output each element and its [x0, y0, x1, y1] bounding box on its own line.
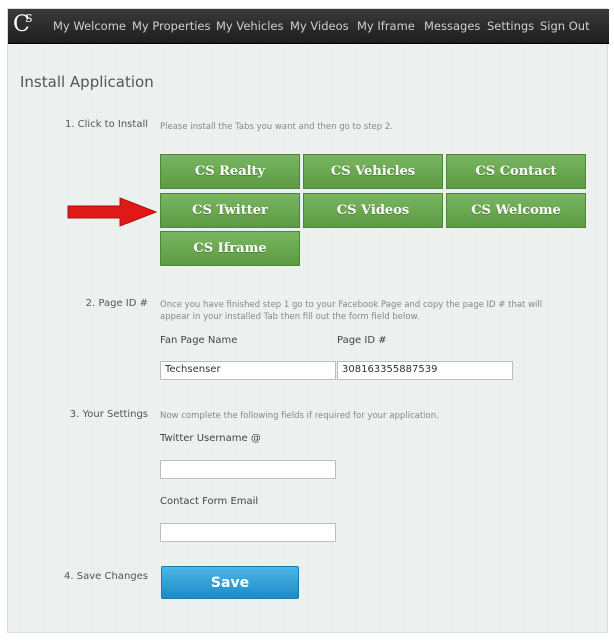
twitter-username-label: Twitter Username @	[160, 433, 261, 444]
nav-my-properties[interactable]: My Properties	[132, 19, 211, 33]
step2-label: 2. Page ID #	[85, 298, 148, 309]
install-cs-iframe-button[interactable]: CS Iframe	[160, 231, 300, 266]
step4-label: 4. Save Changes	[64, 571, 148, 582]
step1-label: 1. Click to Install	[64, 119, 148, 130]
cs-logo[interactable]: C S	[13, 12, 37, 37]
step1-hint: Please install the Tabs you want and the…	[160, 122, 393, 132]
page-id-input[interactable]: 308163355887539	[337, 361, 513, 380]
step3-hint: Now complete the following fields if req…	[160, 411, 439, 421]
fan-page-name-label: Fan Page Name	[160, 335, 238, 346]
step2-hint-line2: appear in your installed Tab then fill o…	[160, 312, 420, 322]
step3-label: 3. Your Settings	[69, 409, 148, 420]
twitter-username-input[interactable]	[160, 460, 336, 479]
install-cs-contact-button[interactable]: CS Contact	[446, 154, 586, 189]
logo-letter-s: S	[25, 12, 33, 25]
step2-hint-line1: Once you have finished step 1 go to your…	[160, 300, 543, 310]
install-cs-realty-button[interactable]: CS Realty	[160, 154, 300, 189]
nav-settings[interactable]: Settings	[487, 19, 534, 33]
page-id-label: Page ID #	[337, 335, 387, 346]
nav-my-welcome[interactable]: My Welcome	[53, 19, 126, 33]
nav-messages[interactable]: Messages	[424, 19, 480, 33]
app-frame: C S My Welcome My Properties My Vehicles…	[7, 8, 609, 633]
fan-page-name-input[interactable]: Techsenser	[160, 361, 336, 380]
install-cs-videos-button[interactable]: CS Videos	[303, 193, 443, 228]
top-nav-bar: C S My Welcome My Properties My Vehicles…	[8, 9, 609, 44]
contact-email-input[interactable]	[160, 523, 336, 542]
nav-sign-out[interactable]: Sign Out	[540, 19, 590, 33]
install-cs-vehicles-button[interactable]: CS Vehicles	[303, 154, 443, 189]
save-button[interactable]: Save	[161, 566, 299, 599]
page-title: Install Application	[20, 73, 154, 91]
contact-email-label: Contact Form Email	[160, 496, 259, 507]
nav-my-vehicles[interactable]: My Vehicles	[216, 19, 284, 33]
nav-my-iframe[interactable]: My Iframe	[357, 19, 415, 33]
red-arrow-icon	[67, 197, 158, 227]
install-cs-twitter-button[interactable]: CS Twitter	[160, 193, 300, 228]
install-cs-welcome-button[interactable]: CS Welcome	[446, 193, 586, 228]
nav-my-videos[interactable]: My Videos	[290, 19, 349, 33]
